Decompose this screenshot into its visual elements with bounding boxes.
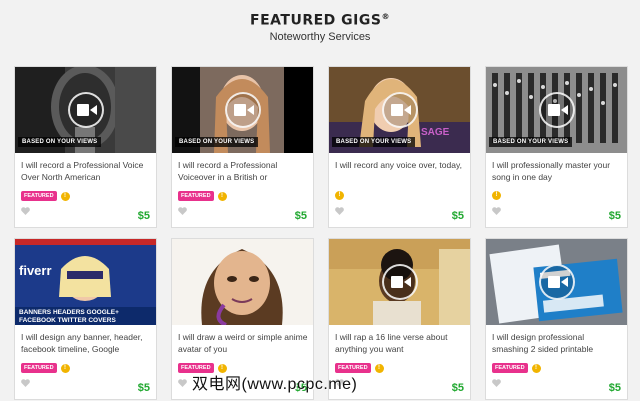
video-play-icon[interactable] bbox=[538, 264, 575, 300]
gig-price: $5 bbox=[608, 382, 621, 394]
gig-thumbnail[interactable]: BASED ON YOUR VIEWS bbox=[15, 67, 156, 153]
heart-icon[interactable] bbox=[21, 202, 30, 220]
gig-thumbnail[interactable] bbox=[486, 239, 627, 325]
featured-badge: FEATURED bbox=[21, 363, 57, 373]
gig-price: $5 bbox=[608, 210, 621, 222]
svg-text:SAGE: SAGE bbox=[421, 127, 450, 138]
gig-description[interactable]: I will record a Professional Voiceover i… bbox=[178, 159, 308, 183]
gig-price: $5 bbox=[137, 382, 150, 394]
video-play-icon[interactable] bbox=[538, 92, 575, 128]
featured-badge: FEATURED bbox=[492, 363, 528, 373]
heart-icon[interactable] bbox=[178, 374, 187, 392]
gig-card[interactable]: BASED ON YOUR VIEWS I will professionall… bbox=[485, 66, 628, 228]
based-on-views-label: BASED ON YOUR VIEWS bbox=[489, 137, 573, 147]
video-play-icon[interactable] bbox=[381, 92, 418, 128]
gig-thumbnail[interactable] bbox=[172, 239, 313, 325]
heart-icon[interactable] bbox=[335, 202, 344, 220]
heart-icon[interactable] bbox=[492, 202, 501, 220]
page-subtitle: Noteworthy Services bbox=[269, 30, 371, 43]
page-header: FEATURED GIGS® Noteworthy Services bbox=[0, 12, 640, 43]
video-play-icon[interactable] bbox=[224, 92, 261, 128]
gig-description[interactable]: I will rap a 16 line verse about anythin… bbox=[335, 331, 465, 355]
gig-description[interactable]: I will design professional smashing 2 si… bbox=[492, 331, 622, 355]
based-on-views-label: BASED ON YOUR VIEWS bbox=[332, 137, 416, 147]
gig-card[interactable]: SAGE BASED ON YOUR VIEWS I will record a… bbox=[328, 66, 471, 228]
level-badge: ! bbox=[60, 363, 70, 373]
video-play-icon[interactable] bbox=[67, 92, 104, 128]
gig-card[interactable]: I will design professional smashing 2 si… bbox=[485, 238, 628, 400]
gig-description[interactable]: I will record any voice over, today, bbox=[335, 159, 465, 183]
heart-icon[interactable] bbox=[492, 374, 501, 392]
gig-description[interactable]: I will record a Professional Voice Over … bbox=[21, 159, 151, 183]
gig-grid: BASED ON YOUR VIEWS I will record a Prof… bbox=[14, 66, 628, 400]
gig-thumbnail[interactable]: fiverr BANNERS HEADERS GOOGLE+ FACEBOOK … bbox=[15, 239, 156, 325]
watermark: 双电网(www.pcpc.me) bbox=[192, 376, 358, 393]
gig-description[interactable]: I will design any banner, header, facebo… bbox=[21, 331, 151, 355]
level-badge: ! bbox=[60, 191, 70, 201]
based-on-views-label: BASED ON YOUR VIEWS bbox=[175, 137, 259, 147]
page-title: FEATURED GIGS® bbox=[250, 12, 390, 29]
gig-thumbnail[interactable]: BASED ON YOUR VIEWS bbox=[172, 67, 313, 153]
heart-icon[interactable] bbox=[21, 374, 30, 392]
thumbnail-banner-text: FACEBOOK TWITTER COVERS bbox=[19, 317, 116, 324]
video-play-icon[interactable] bbox=[381, 264, 418, 300]
gig-price: $5 bbox=[451, 382, 464, 394]
gig-thumbnail[interactable]: SAGE BASED ON YOUR VIEWS bbox=[329, 67, 470, 153]
gig-card[interactable]: fiverr BANNERS HEADERS GOOGLE+ FACEBOOK … bbox=[14, 238, 157, 400]
gig-description[interactable]: I will draw a weird or simple anime avat… bbox=[178, 331, 308, 355]
level-badge: ! bbox=[374, 363, 384, 373]
gig-price: $5 bbox=[451, 210, 464, 222]
based-on-views-label: BASED ON YOUR VIEWS bbox=[18, 137, 102, 147]
thumbnail-banner-text: BANNERS HEADERS GOOGLE+ bbox=[19, 309, 119, 316]
level-badge: ! bbox=[492, 191, 501, 200]
gig-description[interactable]: I will professionally master your song i… bbox=[492, 159, 622, 183]
gig-price: $5 bbox=[137, 210, 150, 222]
gig-card[interactable]: BASED ON YOUR VIEWS I will record a Prof… bbox=[14, 66, 157, 228]
gig-thumbnail[interactable] bbox=[329, 239, 470, 325]
gig-card[interactable]: BASED ON YOUR VIEWS I will record a Prof… bbox=[171, 66, 314, 228]
gig-price: $5 bbox=[294, 210, 307, 222]
level-badge: ! bbox=[531, 363, 541, 373]
featured-badge: FEATURED bbox=[178, 191, 214, 201]
level-badge: ! bbox=[217, 191, 227, 201]
gig-thumbnail[interactable]: BASED ON YOUR VIEWS bbox=[486, 67, 627, 153]
featured-badge: FEATURED bbox=[21, 191, 57, 201]
level-badge: ! bbox=[335, 191, 344, 200]
thumbnail-fiverr-text: fiverr bbox=[19, 263, 52, 278]
heart-icon[interactable] bbox=[178, 202, 187, 220]
